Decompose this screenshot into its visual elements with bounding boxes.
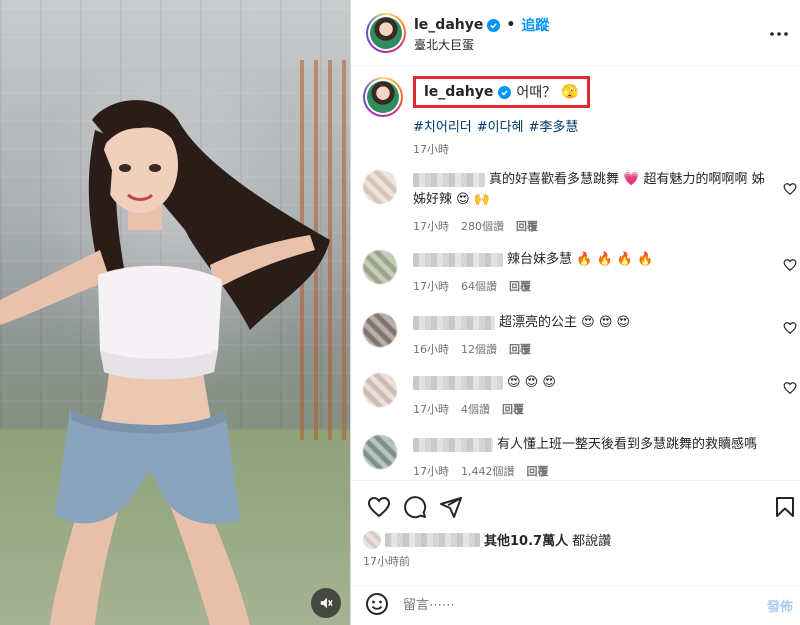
comment-body: 😍 😍 😍 — [413, 373, 768, 393]
post-caption: le_dahye 어때？ 🫣 #치어리더 #이다혜 #李多慧 17小時 — [363, 73, 793, 163]
reply-button[interactable]: 回覆 — [527, 463, 549, 479]
comment-time: 17小時 — [413, 280, 449, 293]
likes-suffix: 都說讚 — [572, 534, 612, 549]
comment-time: 17小時 — [413, 465, 449, 478]
post-media[interactable] — [0, 0, 350, 625]
comment-text: 辣台妹多慧 🔥 🔥 🔥 🔥 — [507, 252, 654, 267]
blurred-username[interactable] — [413, 252, 503, 267]
post-location[interactable]: 臺北大巨蛋 — [414, 36, 474, 53]
peeking-face-emoji-icon: 🫣 — [561, 84, 579, 100]
caption-time: 17小時 — [413, 143, 449, 156]
comment-box: 發佈 — [351, 585, 800, 625]
liker-avatar — [363, 530, 381, 549]
commenter-avatar[interactable] — [363, 250, 397, 284]
comment-text: 超漂亮的公主 😍 😍 😍 — [499, 315, 631, 330]
comment-meta: 17小時 280個讚 回覆 — [413, 218, 538, 234]
comment-input[interactable] — [403, 594, 733, 616]
comment-body: 辣台妹多慧 🔥 🔥 🔥 🔥 — [413, 250, 768, 270]
caption-highlight-box: le_dahye 어때？ 🫣 — [413, 76, 590, 108]
emoji-smile-icon[interactable] — [365, 592, 389, 616]
bookmark-icon[interactable] — [773, 495, 797, 519]
heart-icon[interactable] — [367, 495, 391, 519]
post-header: le_dahye • 追蹤 臺北大巨蛋 — [351, 0, 800, 66]
reply-button[interactable]: 回覆 — [502, 401, 524, 417]
comment-likes[interactable]: 280個讚 — [461, 218, 504, 234]
author-line: le_dahye • 追蹤 — [414, 15, 549, 35]
author-username[interactable]: le_dahye — [414, 17, 483, 33]
comment-body: 超漂亮的公主 😍 😍 😍 — [413, 313, 768, 333]
speaker-muted-icon — [320, 597, 333, 609]
caption-avatar[interactable] — [363, 77, 403, 117]
post-details-panel: le_dahye • 追蹤 臺北大巨蛋 le_dahye 어때？ 🫣 #치어리더… — [350, 0, 800, 625]
blurred-username[interactable] — [413, 315, 495, 330]
comment-meta: 17小時 4個讚 回覆 — [413, 401, 524, 417]
comment-text: 有人懂上班一整天後看到多慧跳舞的救贖感嗎 — [497, 437, 758, 452]
blurred-username[interactable] — [413, 375, 503, 390]
post-timestamp: 17小時前 — [363, 555, 410, 568]
comment-likes[interactable]: 1,442個讚 — [461, 463, 515, 479]
comment-likes[interactable]: 12個讚 — [461, 341, 497, 357]
comment-text: 😍 😍 😍 — [507, 375, 556, 390]
commenter-avatar[interactable] — [363, 313, 397, 347]
heart-icon[interactable] — [783, 381, 797, 395]
action-bar — [351, 480, 800, 530]
post-comment-button[interactable]: 發佈 — [767, 596, 793, 615]
commenter-avatar[interactable] — [363, 170, 397, 204]
verified-badge-icon — [498, 85, 512, 99]
caption-text: 어때？ — [516, 85, 557, 101]
more-options-button[interactable] — [769, 24, 789, 44]
blurred-username[interactable] — [413, 172, 485, 187]
heart-icon[interactable] — [783, 182, 797, 196]
heart-icon[interactable] — [783, 321, 797, 335]
hashtag-link[interactable]: #李多慧 — [529, 116, 579, 135]
comment-body: 真的好喜歡看多慧跳舞 💗 超有魅力的啊啊啊 姊姊好辣 😍 🙌 — [413, 170, 768, 210]
reply-button[interactable]: 回覆 — [509, 278, 531, 294]
likes-count[interactable]: 其他10.7萬人 — [484, 530, 568, 549]
hashtag-link[interactable]: #치어리더 — [413, 116, 472, 135]
comment-body: 有人懂上班一整天後看到多慧跳舞的救贖感嗎 — [413, 435, 768, 455]
comment-meta: 17小時 64個讚 回覆 — [413, 278, 531, 294]
more-options-icon — [770, 32, 788, 36]
comment-icon[interactable] — [403, 495, 427, 519]
comment-likes[interactable]: 64個讚 — [461, 278, 497, 294]
mute-button[interactable] — [311, 588, 341, 618]
reply-button[interactable]: 回覆 — [516, 218, 538, 234]
follow-button[interactable]: 追蹤 — [521, 15, 549, 35]
heart-icon[interactable] — [783, 258, 797, 272]
comment-time: 17小時 — [413, 403, 449, 416]
caption-username[interactable]: le_dahye — [424, 84, 493, 100]
comment-meta: 17小時 1,442個讚 回覆 — [413, 463, 549, 479]
blurred-username[interactable] — [385, 532, 480, 547]
cheerleader-figure — [0, 100, 330, 625]
comment-meta: 16小時 12個讚 回覆 — [413, 341, 531, 357]
reply-button[interactable]: 回覆 — [509, 341, 531, 357]
hashtag-link[interactable]: #이다혜 — [477, 116, 524, 135]
separator-dot: • — [506, 17, 516, 33]
caption-hashtags: #치어리더 #이다혜 #李多慧 — [413, 116, 578, 135]
blurred-username[interactable] — [413, 437, 493, 452]
comment-time: 17小時 — [413, 220, 449, 233]
comment-likes[interactable]: 4個讚 — [461, 401, 490, 417]
verified-badge-icon — [487, 18, 501, 32]
commenter-avatar[interactable] — [363, 435, 397, 469]
comment-time: 16小時 — [413, 343, 449, 356]
author-avatar[interactable] — [366, 13, 406, 53]
commenter-avatar[interactable] — [363, 373, 397, 407]
send-icon[interactable] — [439, 495, 463, 519]
likes-summary: 其他10.7萬人 都說讚 — [363, 530, 611, 549]
